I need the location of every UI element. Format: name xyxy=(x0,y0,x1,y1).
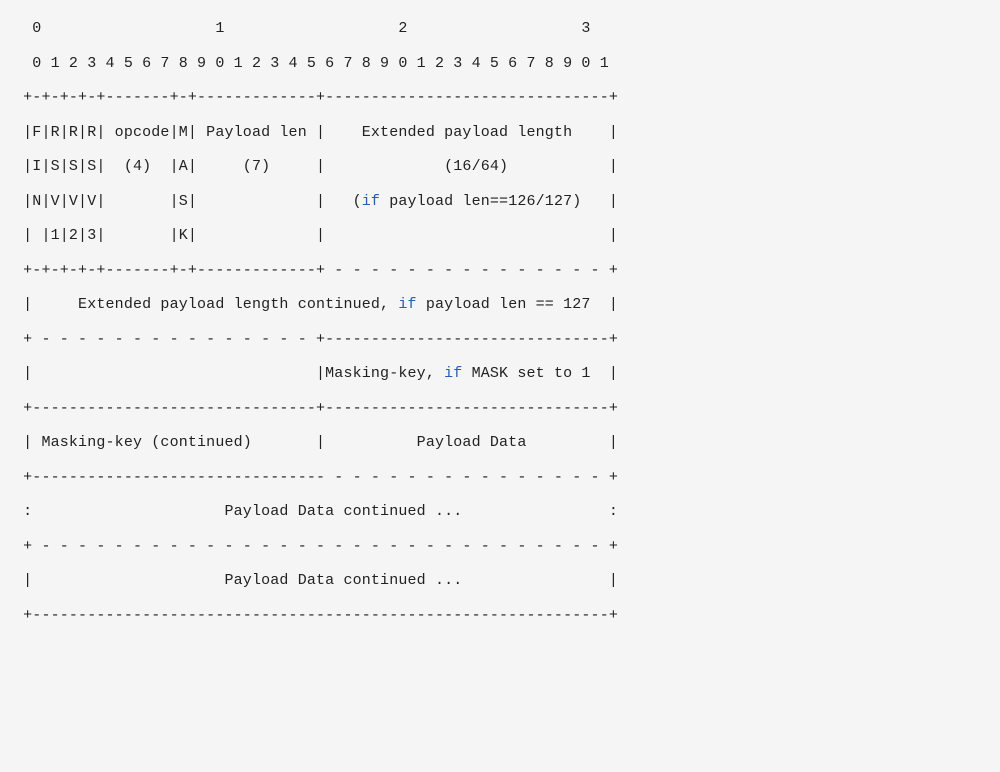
keyword-if: if xyxy=(444,365,462,382)
separator: +-------------------------------- - - - … xyxy=(14,469,618,486)
separator: +-+-+-+-+-------+-+-------------+ - - - … xyxy=(14,262,618,279)
payload-data-row: : Payload Data continued ... : xyxy=(14,503,618,520)
header-row-2: |I|S|S|S| (4) |A| (7) | (16/64) | xyxy=(14,158,618,175)
masking-key-continued-row: | Masking-key (continued) | Payload Data… xyxy=(14,434,618,451)
keyword-if: if xyxy=(362,193,380,210)
separator: +-+-+-+-+-------+-+-------------+-------… xyxy=(14,89,618,106)
separator: + - - - - - - - - - - - - - - - +-------… xyxy=(14,331,618,348)
header-row-3: |N|V|V|V| |S| | (if payload len==126/127… xyxy=(14,193,618,210)
separator: +-------------------------------+-------… xyxy=(14,400,618,417)
bit-ruler-high: 0 1 2 3 xyxy=(14,20,591,37)
keyword-if: if xyxy=(398,296,416,313)
payload-data-row: | Payload Data continued ... | xyxy=(14,572,618,589)
websocket-frame-diagram: 0 1 2 3 0 1 2 3 4 5 6 7 8 9 0 1 2 3 4 5 … xyxy=(0,0,1000,645)
extended-length-row: | Extended payload length continued, if … xyxy=(14,296,618,313)
bit-ruler-low: 0 1 2 3 4 5 6 7 8 9 0 1 2 3 4 5 6 7 8 9 … xyxy=(14,55,609,72)
separator: +---------------------------------------… xyxy=(14,607,618,624)
masking-key-row: | |Masking-key, if MASK set to 1 | xyxy=(14,365,618,382)
header-row-4: | |1|2|3| |K| | | xyxy=(14,227,618,244)
header-row-1: |F|R|R|R| opcode|M| Payload len | Extend… xyxy=(14,124,618,141)
separator: + - - - - - - - - - - - - - - - - - - - … xyxy=(14,538,618,555)
